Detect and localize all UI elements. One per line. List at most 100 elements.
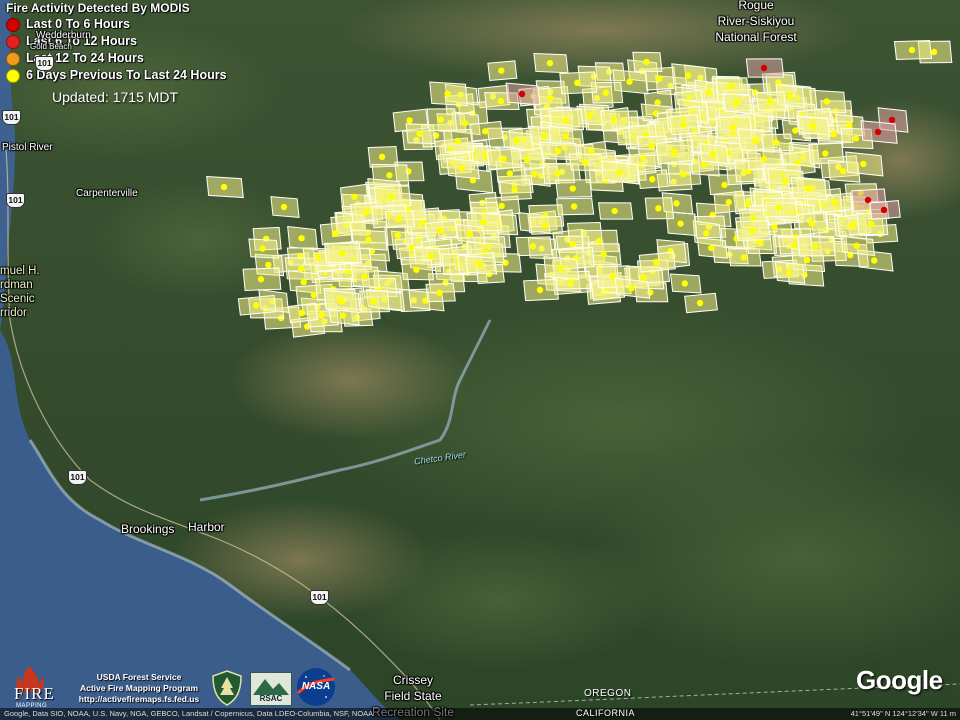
fire-detection-point	[616, 169, 623, 176]
fire-detection-point	[466, 230, 473, 238]
legend-dot-red-icon	[6, 35, 20, 49]
fire-detection-point	[511, 186, 518, 194]
fire-detection-point	[570, 203, 578, 210]
fire-detection-point	[569, 185, 576, 192]
fire-detection-point	[298, 309, 306, 317]
usda-program-credit: USDA Forest Service Active Fire Mapping …	[64, 672, 214, 705]
fire-detection-point	[542, 222, 549, 229]
fire-detection-point	[680, 121, 687, 128]
fire-detection-point	[888, 116, 896, 124]
fire-detection-point	[654, 99, 661, 106]
fire-detection-point	[557, 264, 564, 272]
forest-line-2: River-Siskiyou	[717, 14, 795, 28]
fire-detection-point	[751, 137, 759, 144]
fire-detection-point	[874, 128, 882, 136]
fire-detection-point	[732, 100, 740, 107]
fire-detection-point	[388, 193, 395, 200]
place-harbor: Harbor	[188, 520, 225, 534]
nasa-logo: NASA	[296, 667, 336, 707]
fire-detection-point	[700, 161, 707, 168]
fire-detection-point	[365, 236, 372, 244]
label-oregon: OREGON	[584, 688, 632, 699]
fire-detection-point	[643, 58, 650, 66]
place-pistol-river: Pistol River	[2, 142, 53, 153]
fire-detection-point	[860, 160, 867, 168]
fire-detection-point	[846, 122, 853, 129]
fire-detection-point	[529, 243, 537, 250]
fire-detection-point	[703, 230, 710, 237]
place-wedderburn: Wedderburn	[36, 30, 91, 41]
fire-detection-point	[812, 243, 819, 250]
fire-detection-point	[849, 221, 857, 228]
fire-detection-point	[498, 67, 505, 74]
fire-detection-point	[831, 199, 838, 206]
fire-detection-point	[611, 207, 618, 215]
fire-detection-point	[773, 139, 780, 146]
fire-detection-point	[655, 205, 662, 212]
fire-detection-point	[562, 117, 569, 124]
fire-detection-point	[670, 148, 678, 156]
fire-detection-point	[725, 199, 732, 206]
fire-detection-point	[673, 200, 680, 207]
fire-detection-point	[839, 167, 847, 175]
fire-detection-point	[480, 218, 487, 226]
fire-detection-point	[513, 137, 521, 144]
fire-detection-point	[536, 286, 544, 294]
fire-detection-point	[648, 142, 655, 150]
fire-detection-point	[339, 312, 347, 319]
fire-detection-point	[611, 116, 618, 123]
map-view[interactable]: Fire Activity Detected By MODIS Last 0 T…	[0, 0, 960, 720]
fire-detection-point	[653, 258, 660, 266]
fire-detection-point	[791, 242, 798, 249]
fire-detection-point	[338, 298, 345, 305]
fire-detection-point	[852, 135, 860, 142]
fire-detection-point	[708, 244, 715, 252]
attribution-text: Google, Data SIO, NOAA, U.S. Navy, NGA, …	[4, 709, 374, 718]
fire-detection-point	[458, 165, 466, 172]
fire-detection-point	[362, 208, 369, 216]
fire-detection-point	[220, 183, 228, 191]
fire-detection-point	[437, 227, 444, 234]
fire-detection-point	[437, 116, 445, 123]
fire-detection-point	[297, 265, 305, 272]
fire-detection-point	[581, 159, 589, 166]
fire-detection-point	[506, 170, 514, 177]
fire-detection-point	[554, 147, 562, 155]
fire-detection-point	[416, 130, 423, 137]
fire-detection-point	[728, 82, 735, 90]
fire-detection-point	[394, 232, 402, 239]
fire-detection-point	[803, 256, 811, 264]
legend-dot-orange-icon	[6, 52, 20, 66]
fire-detection-point	[554, 170, 561, 177]
fire-detection-point	[500, 155, 507, 163]
usda-line-3[interactable]: http://activefiremaps.fs.fed.us	[64, 694, 214, 705]
samuel-line-4: rridor	[0, 307, 27, 319]
legend-label: 6 Days Previous To Last 24 Hours	[26, 68, 227, 82]
fire-detection-point	[257, 276, 265, 283]
fire-detection-point	[595, 237, 603, 245]
fire-detection-point	[338, 249, 346, 257]
fire-detection-point	[640, 274, 648, 281]
fire-detection-point	[681, 280, 689, 287]
fire-detection-point	[930, 48, 938, 56]
fire-detection-point	[298, 234, 305, 242]
fire-detection-point	[808, 220, 815, 227]
fire-detection-point	[378, 153, 386, 161]
fire-detection-point	[709, 150, 717, 157]
fire-detection-point	[705, 89, 712, 96]
fire-detection-point	[454, 137, 461, 145]
fire-detection-point	[804, 185, 812, 192]
fire-detection-point	[600, 251, 607, 258]
fire-detection-point	[823, 98, 830, 105]
fire-detection-point	[680, 170, 687, 178]
highway-101-shield-icon: 101	[35, 56, 54, 71]
fire-detection-point	[386, 172, 393, 179]
legend-title: Fire Activity Detected By MODIS	[6, 1, 190, 15]
fire-detection-point	[864, 196, 872, 204]
place-carpenterville: Carpenterville	[76, 188, 138, 199]
crissey-line-2: Field State	[384, 689, 442, 703]
fire-detection-point	[677, 220, 684, 227]
fire-detection-point	[822, 150, 829, 157]
fire-detection-point	[588, 148, 595, 155]
fire-detection-point	[760, 64, 768, 72]
